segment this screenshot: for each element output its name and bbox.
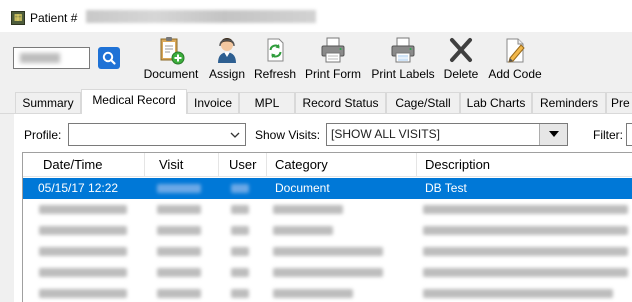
- tab-lab-charts[interactable]: Lab Charts: [460, 92, 532, 113]
- table-row[interactable]: [23, 220, 632, 241]
- refresh-button[interactable]: Refresh: [252, 34, 298, 84]
- refresh-button-label: Refresh: [253, 67, 297, 81]
- tab-record-status[interactable]: Record Status: [295, 92, 386, 113]
- tab-summary[interactable]: Summary: [15, 92, 81, 113]
- search-button[interactable]: [98, 47, 120, 69]
- refresh-icon: [267, 38, 284, 62]
- row-category: Document: [275, 181, 330, 195]
- chevron-down-icon: [230, 132, 240, 138]
- assign-button[interactable]: Assign: [206, 34, 248, 84]
- document-button[interactable]: Document: [138, 34, 204, 84]
- add-code-button-label: Add Code: [488, 67, 542, 81]
- print-form-button-label: Print Form: [304, 67, 361, 81]
- row-description: DB Test: [425, 181, 467, 195]
- dropdown-arrow-icon: [549, 131, 559, 137]
- column-visit[interactable]: Visit: [145, 153, 219, 177]
- print-labels-button[interactable]: Print Labels: [369, 34, 437, 84]
- tab-invoice[interactable]: Invoice: [187, 92, 239, 113]
- grid-header: Date/Time Visit User Category Descriptio…: [23, 153, 632, 177]
- assign-button-label: Assign: [208, 67, 246, 81]
- title-redacted-patient: [86, 10, 316, 23]
- tab-pre[interactable]: Pre: [606, 92, 632, 113]
- show-visits-select[interactable]: [SHOW ALL VISITS]: [326, 123, 568, 146]
- show-visits-dropdown-button[interactable]: [539, 124, 567, 145]
- document-button-label: Document: [143, 67, 199, 81]
- column-category[interactable]: Category: [267, 153, 417, 177]
- tab-reminders[interactable]: Reminders: [532, 92, 606, 113]
- print-form-button[interactable]: Print Form: [302, 34, 364, 84]
- medical-record-grid: Date/Time Visit User Category Descriptio…: [22, 152, 632, 302]
- app-icon: ▦: [11, 11, 25, 25]
- profile-label: Profile:: [24, 128, 62, 142]
- column-user[interactable]: User: [219, 153, 267, 177]
- delete-icon: [450, 38, 472, 62]
- delete-button-label: Delete: [443, 67, 479, 81]
- add-code-button[interactable]: Add Code: [486, 34, 544, 84]
- column-description[interactable]: Description: [417, 153, 632, 177]
- table-row[interactable]: [23, 262, 632, 283]
- patient-input-redacted: [20, 53, 60, 63]
- table-row[interactable]: [23, 199, 632, 220]
- tab-medical-record[interactable]: Medical Record: [81, 89, 187, 114]
- window-title: Patient #: [30, 11, 78, 25]
- profile-select[interactable]: [68, 123, 246, 146]
- add-code-icon: [506, 38, 525, 63]
- table-row[interactable]: [23, 241, 632, 262]
- row-datetime: 05/15/17 12:22: [38, 181, 119, 195]
- show-visits-value: [SHOW ALL VISITS]: [331, 127, 440, 141]
- row-user-redacted: [231, 184, 249, 193]
- table-row-selected[interactable]: 05/15/17 12:22 Document DB Test: [23, 178, 632, 199]
- filter-input[interactable]: [626, 123, 632, 146]
- search-icon: [102, 51, 116, 65]
- filter-label: Filter:: [593, 128, 623, 142]
- table-row[interactable]: [23, 283, 632, 302]
- user-assign-icon: [218, 38, 236, 63]
- row-visit-redacted: [157, 184, 201, 193]
- show-visits-label: Show Visits:: [255, 128, 321, 142]
- print-labels-button-label: Print Labels: [371, 67, 435, 81]
- document-add-icon: [160, 37, 185, 65]
- column-datetime[interactable]: Date/Time: [23, 153, 145, 177]
- printer-labels-icon: [391, 37, 415, 63]
- tab-mpl[interactable]: MPL: [239, 92, 295, 113]
- tab-cage-stall[interactable]: Cage/Stall: [386, 92, 460, 113]
- delete-button[interactable]: Delete: [440, 34, 482, 84]
- printer-icon: [321, 37, 345, 63]
